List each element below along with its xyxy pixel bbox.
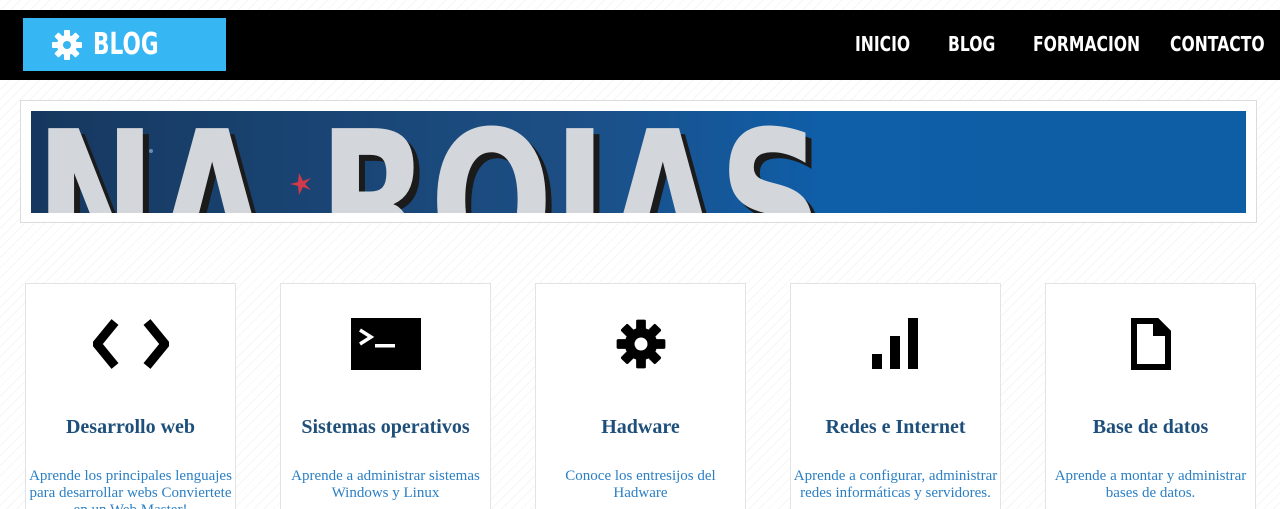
- card-title: Base de datos: [1092, 416, 1209, 438]
- topic-card-sistemas-operativos[interactable]: Sistemas operativos Aprende a administra…: [280, 283, 491, 509]
- topic-card-base-de-datos[interactable]: Base de datos Aprende a montar y adminis…: [1045, 283, 1256, 509]
- gear-icon: [616, 319, 665, 369]
- gear-icon: [52, 29, 82, 60]
- nav-item-formacion[interactable]: FORMACION: [1033, 32, 1140, 56]
- card-description: Aprende a configurar, administrar redes …: [793, 468, 998, 501]
- signal-bars-icon: [871, 318, 918, 369]
- card-description: Aprende los principales lenguajes para d…: [29, 468, 232, 509]
- logo-text: BLOG: [93, 27, 159, 62]
- code-icon: [92, 319, 169, 369]
- card-description: Conoce los entresijos del Hadware: [565, 468, 716, 501]
- card-description: Aprende a administrar sistemas Windows y…: [291, 468, 480, 501]
- banner-image: ANA ROJAS ANA ROJAS: [31, 111, 1246, 213]
- card-title: Sistemas operativos: [301, 416, 470, 438]
- card-title: Desarrollo web: [65, 416, 196, 438]
- topic-card-desarrollo-web[interactable]: Desarrollo web Aprende los principales l…: [25, 283, 236, 509]
- blog-logo[interactable]: BLOG: [23, 18, 226, 71]
- terminal-icon: [350, 318, 421, 370]
- nav-item-inicio[interactable]: INICIO: [855, 32, 910, 56]
- topic-card-redes-internet[interactable]: Redes e Internet Aprende a configurar, a…: [790, 283, 1001, 509]
- nav-item-contacto[interactable]: CONTACTO: [1170, 32, 1265, 56]
- banner-text-front: ANA ROJAS: [31, 111, 823, 213]
- card-title: Hadware: [601, 416, 680, 438]
- card-title: Redes e Internet: [825, 416, 966, 438]
- card-description: Aprende a montar y administrar bases de …: [1054, 468, 1247, 501]
- topic-card-hadware[interactable]: Hadware Conoce los entresijos del Hadwar…: [535, 283, 746, 509]
- nav-item-blog[interactable]: BLOG: [948, 32, 995, 56]
- document-icon: [1130, 318, 1171, 370]
- top-navigation-bar: BLOG INICIO BLOG FORMACION CONTACTO: [0, 10, 1280, 80]
- banner-frame: ANA ROJAS ANA ROJAS: [20, 100, 1257, 223]
